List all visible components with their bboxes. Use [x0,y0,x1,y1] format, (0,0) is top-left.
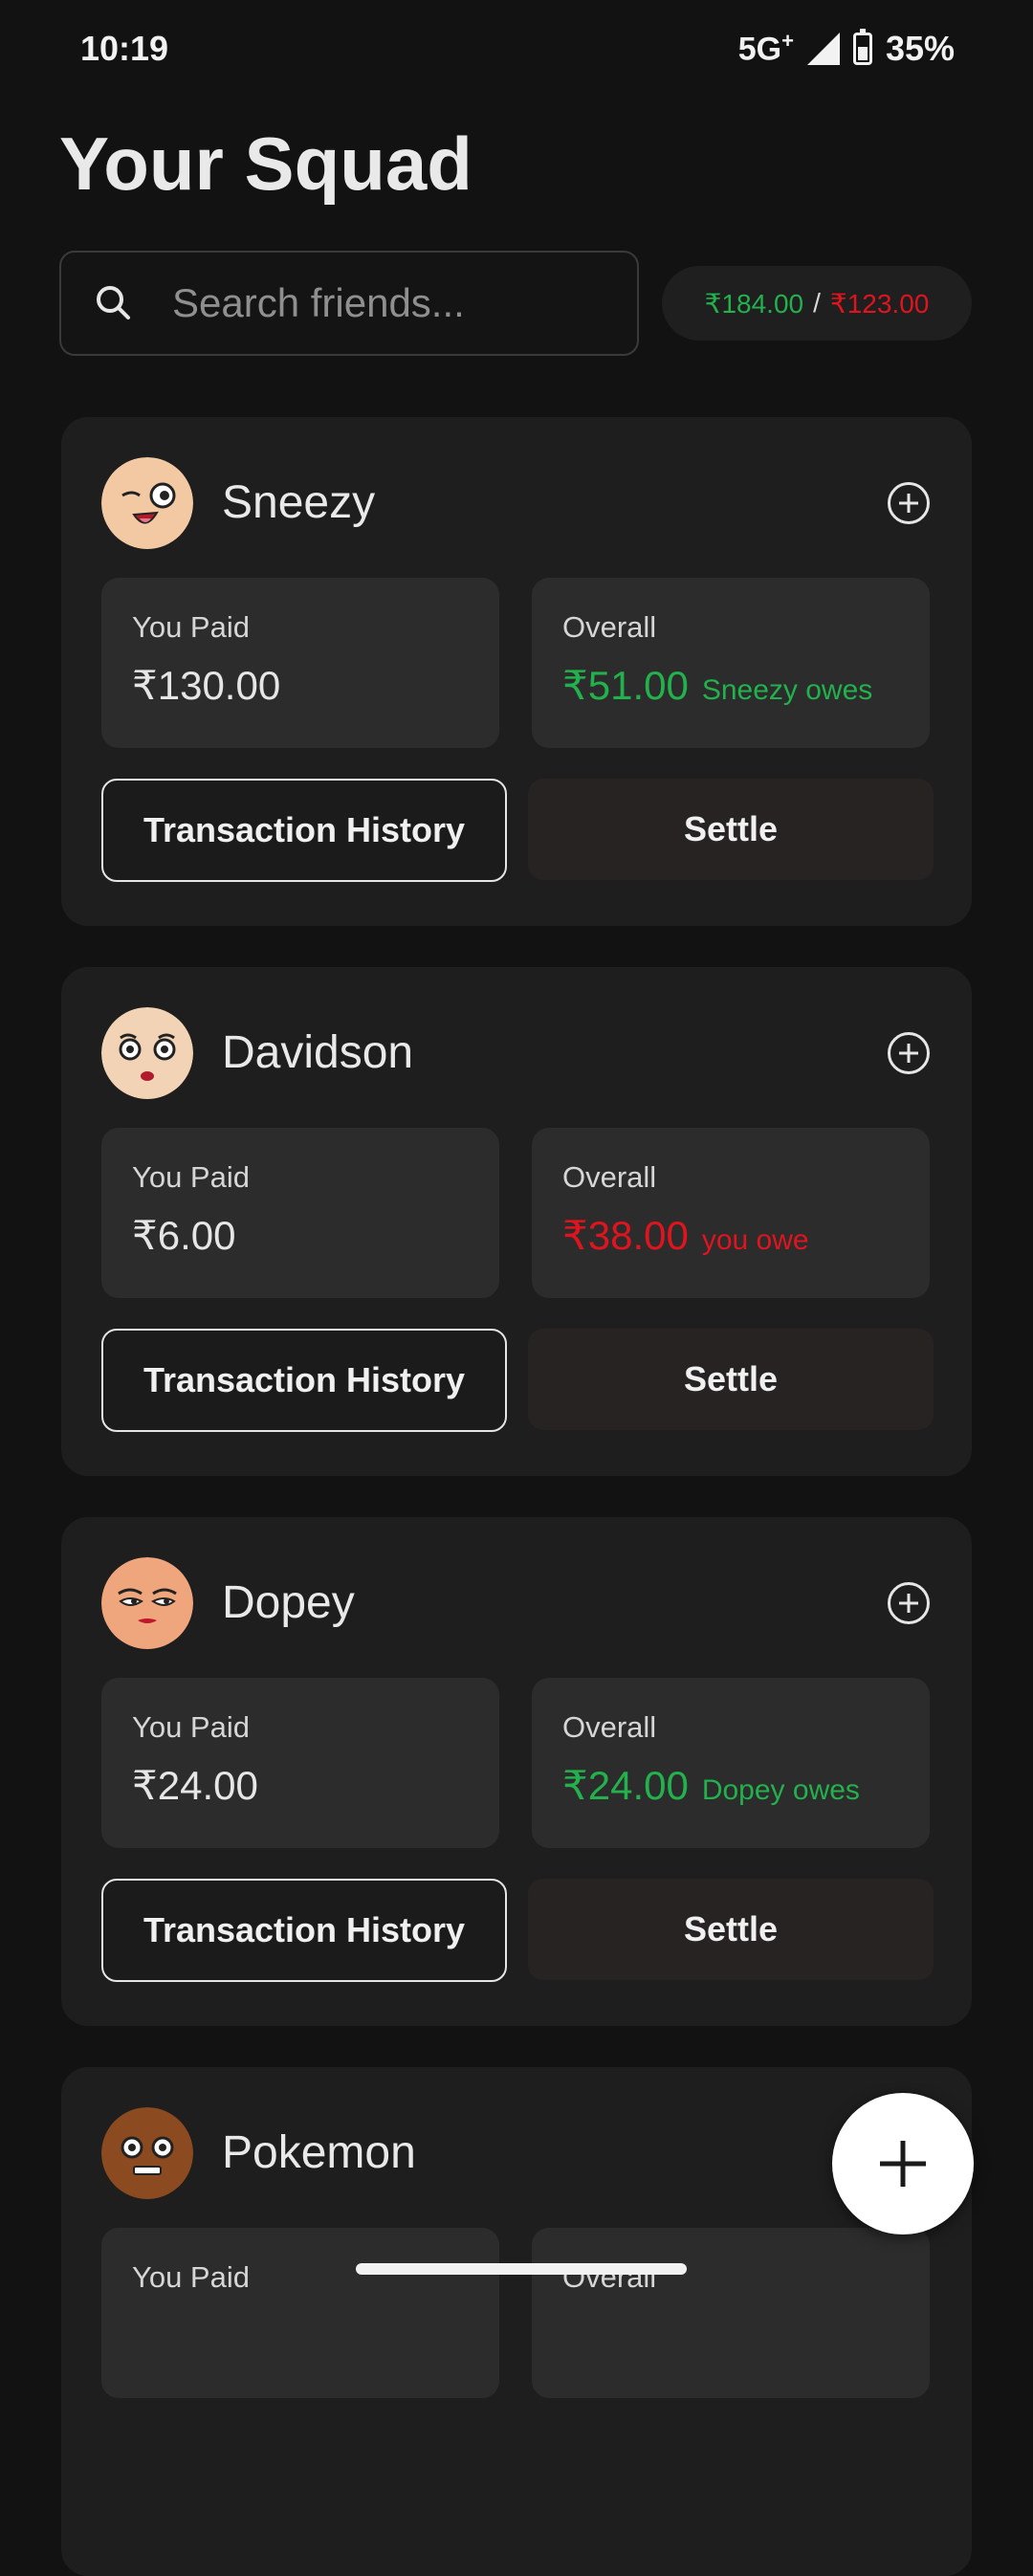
transaction-history-button[interactable]: Transaction History [101,779,507,882]
total-you-owe: ₹123.00 [829,288,930,319]
friend-name: Dopey [222,1577,355,1628]
settle-button[interactable]: Settle [528,779,934,880]
battery-percent: 35% [885,29,955,68]
overall-panel: Overall ₹24.00 Dopey owes [532,1678,930,1848]
overall-label: Overall [562,1710,657,1744]
you-paid-label: You Paid [132,1710,250,1744]
battery-icon [852,29,872,65]
totals-separator: / [813,288,821,318]
page-title: Your Squad [59,121,473,206]
friend-name: Sneezy [222,477,376,528]
overall-panel: Overall ₹38.00 you owe [532,1128,930,1298]
friend-name: Pokemon [222,2127,416,2178]
you-paid-panel: You Paid ₹6.00 [101,1128,499,1298]
avatar [101,2107,193,2199]
status-indicators: 5G+ 35% [738,29,955,69]
you-paid-amount: ₹6.00 [132,1213,236,1258]
overall-amount: ₹51.00 [562,663,689,708]
balance-summary: ₹184.00 / ₹123.00 [662,266,972,341]
status-bar: 10:19 5G+ 35% [0,0,1033,105]
overall-panel: Overall [532,2228,930,2398]
network-type: 5G+ [737,29,794,68]
add-expense-button[interactable] [888,482,930,524]
overall-note: Sneezy owes [701,674,873,706]
overall-label: Overall [562,610,657,644]
overall-amount: ₹38.00 [562,1213,689,1258]
total-owed-to-you: ₹184.00 [704,288,804,319]
friend-card: Dopey You Paid ₹24.00 Overall ₹24.00 Dop… [61,1517,972,2026]
transaction-history-button[interactable]: Transaction History [101,1879,507,1982]
signal-icon [806,33,840,65]
friend-card: Sneezy You Paid ₹130.00 Overall ₹51.00 S… [61,417,972,926]
overall-panel: Overall ₹51.00 Sneezy owes [532,578,930,748]
overall-amount: ₹24.00 [562,1763,689,1808]
you-paid-label: You Paid [132,2260,250,2294]
avatar [101,1557,193,1649]
you-paid-amount: ₹130.00 [132,663,281,708]
you-paid-panel: You Paid ₹130.00 [101,578,499,748]
add-friend-fab[interactable] [832,2093,974,2235]
overall-label: Overall [562,1160,657,1194]
search-icon [90,279,138,327]
you-paid-panel: You Paid ₹24.00 [101,1678,499,1848]
transaction-history-button[interactable]: Transaction History [101,1329,507,1432]
add-expense-button[interactable] [888,1582,930,1624]
you-paid-label: You Paid [132,610,250,644]
home-indicator[interactable] [356,2263,687,2275]
search-bar[interactable] [59,251,639,356]
avatar [101,457,193,549]
add-expense-button[interactable] [888,1032,930,1074]
settle-button[interactable]: Settle [528,1879,934,1980]
status-time: 10:19 [80,29,169,68]
search-input[interactable] [172,280,593,326]
overall-note: Dopey owes [701,1774,860,1806]
settle-button[interactable]: Settle [528,1329,934,1430]
overall-note: you owe [701,1224,809,1256]
friend-card: Davidson You Paid ₹6.00 Overall ₹38.00 y… [61,967,972,1476]
you-paid-label: You Paid [132,1160,250,1194]
avatar [101,1007,193,1099]
you-paid-amount: ₹24.00 [132,1763,258,1808]
friend-name: Davidson [222,1027,414,1078]
you-paid-panel: You Paid [101,2228,499,2398]
